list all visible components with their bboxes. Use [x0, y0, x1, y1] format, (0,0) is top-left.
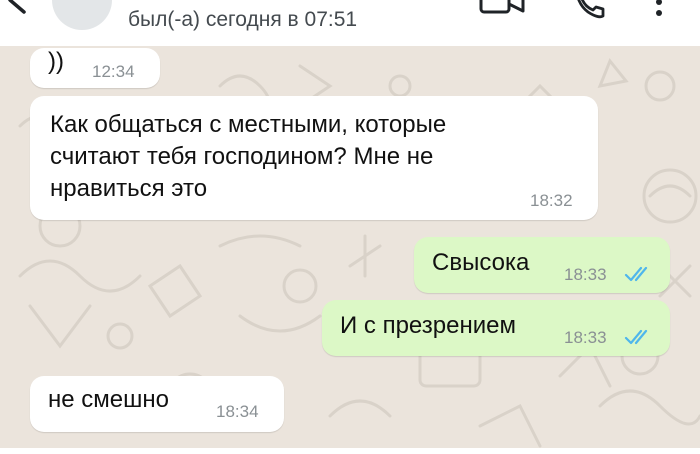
message-bubble-incoming[interactable]: Как общаться с местными, которые считают… [30, 96, 598, 220]
message-text-line: считают тебя господином? Мне не [50, 143, 434, 170]
message-bubble-outgoing[interactable]: И с презрением 18:33 [322, 300, 670, 356]
message-bubble-incoming[interactable]: не смешно 18:34 [30, 376, 284, 432]
message-text: )) [48, 48, 64, 75]
message-text: не смешно [48, 386, 169, 413]
message-bubble-outgoing[interactable]: Свысока 18:33 [414, 237, 670, 293]
more-vertical-icon[interactable] [652, 0, 666, 22]
message-text: И с презрением [340, 312, 516, 339]
input-bar-edge [0, 448, 700, 454]
video-camera-icon[interactable] [478, 0, 528, 20]
message-time: 18:32 [530, 191, 573, 210]
phone-icon[interactable] [572, 0, 606, 22]
message-text-line: нравиться это [50, 175, 208, 202]
chat-header: был(-а) сегодня в 07:51 [0, 0, 700, 46]
message-bubble-incoming[interactable]: )) 12:34 [30, 48, 160, 88]
last-seen-status: был(-а) сегодня в 07:51 [128, 8, 358, 31]
message-time: 18:33 [564, 265, 607, 284]
read-receipt-icon [624, 329, 648, 345]
message-text: Свысока [432, 249, 530, 276]
message-time: 12:34 [92, 62, 135, 81]
chat-area[interactable]: )) 12:34 Как общаться с местными, которы… [0, 46, 700, 454]
arrow-left-icon[interactable] [0, 0, 30, 26]
avatar[interactable] [52, 0, 112, 30]
read-receipt-icon [624, 266, 648, 282]
message-time: 18:33 [564, 328, 607, 347]
message-time: 18:34 [216, 402, 259, 421]
message-text-line: Как общаться с местными, которые [50, 111, 447, 138]
